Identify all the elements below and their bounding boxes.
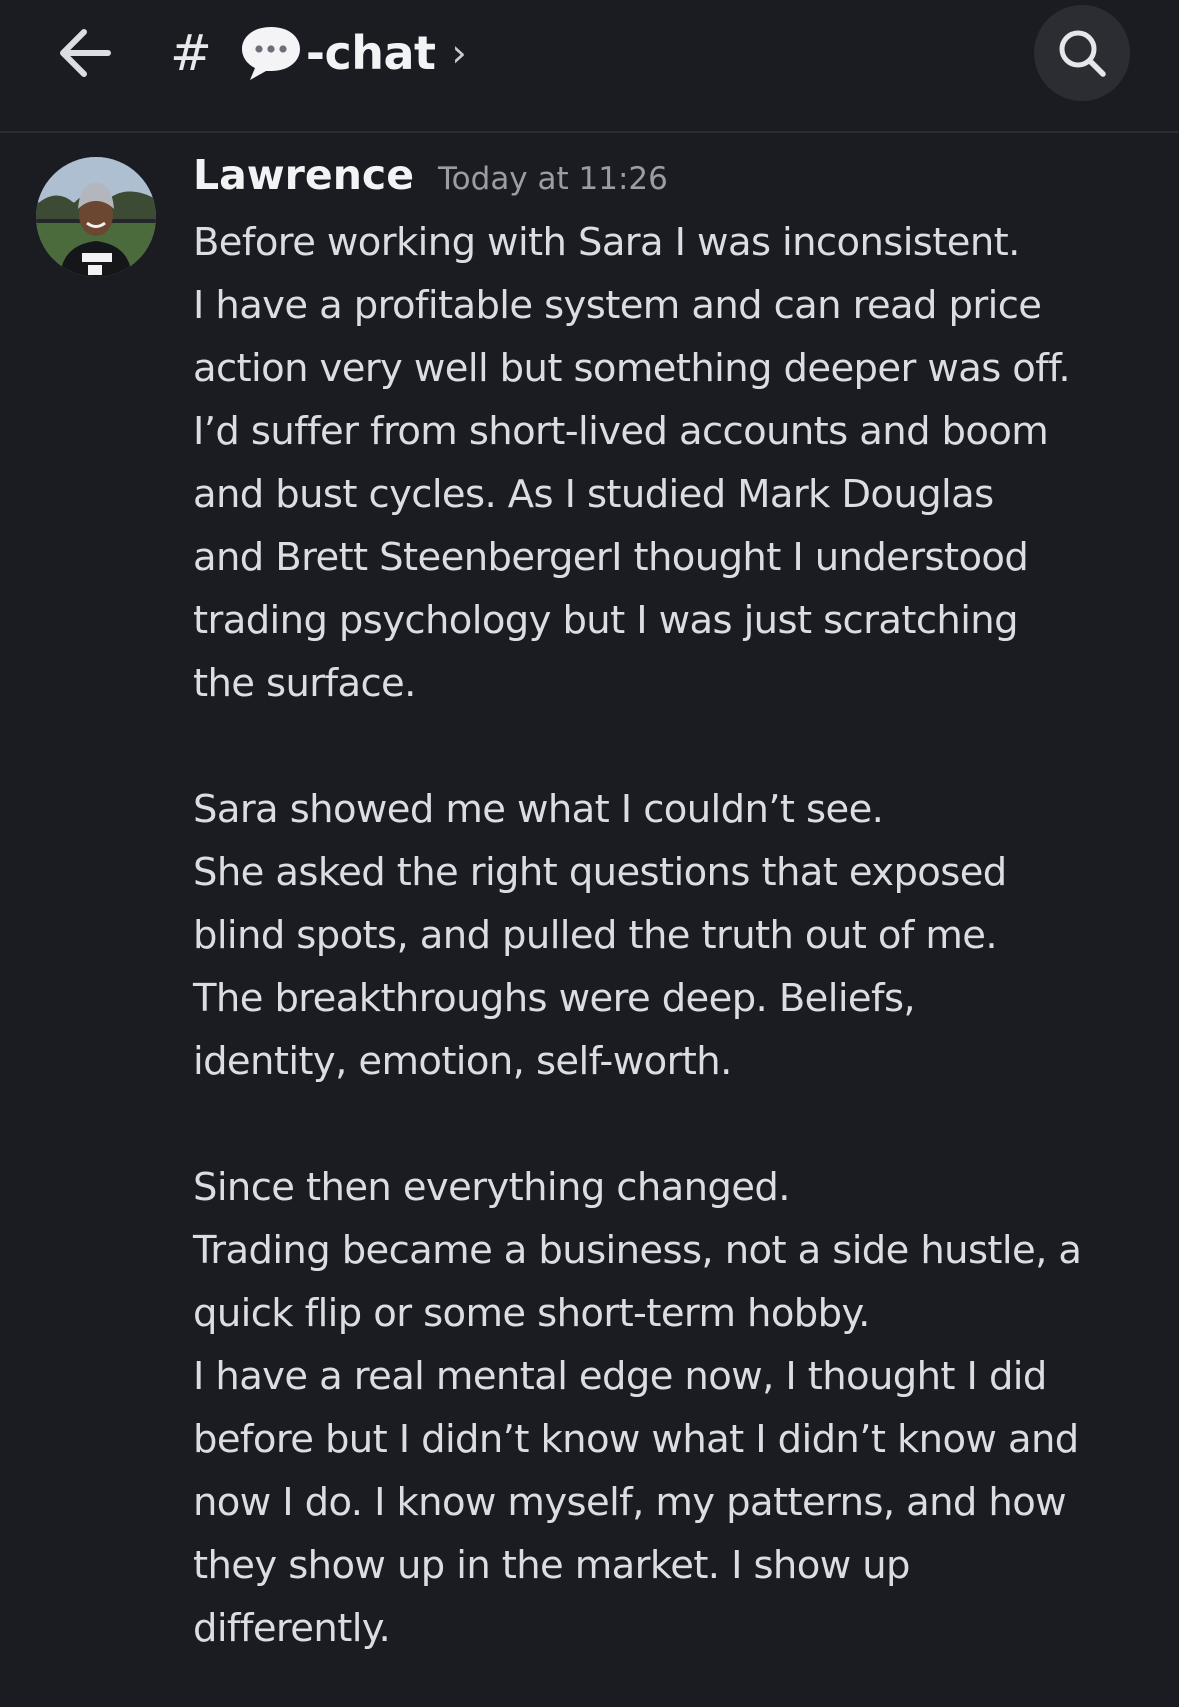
message-line: quick flip or some short-term hobby. [193, 1291, 870, 1336]
message-line: The breakthroughs were deep. Beliefs, [193, 976, 916, 1021]
avatar[interactable] [36, 157, 156, 277]
message-line: before but I didn’t know what I didn’t k… [193, 1417, 1079, 1462]
user-photo [36, 157, 156, 277]
message-line: I’d suffer from short-lived accounts and… [193, 409, 1049, 454]
channel-header: # -chat › [0, 0, 1179, 133]
message-line: trading psychology but I was just scratc… [193, 598, 1019, 643]
message-line: action very well but something deeper wa… [193, 346, 1071, 391]
message-timestamp: Today at 11:26 [438, 161, 668, 197]
search-icon [1059, 30, 1106, 77]
message-line: Sara showed me what I couldn’t see. [193, 787, 884, 832]
message-content: Lawrence Today at 11:26 Before working w… [193, 151, 1153, 1660]
message-line: I have a real mental edge now, I thought… [193, 1354, 1047, 1399]
message-line: blind spots, and pulled the truth out of… [193, 913, 998, 958]
search-button[interactable] [1034, 5, 1130, 101]
message-line: they show up in the market. I show up [193, 1543, 910, 1588]
channel-hash-icon: # [170, 24, 212, 82]
message-line: She asked the right questions that expos… [193, 850, 1007, 895]
message-line: differently. [193, 1606, 391, 1651]
back-button[interactable] [50, 18, 120, 88]
message-line: Before working with Sara I was inconsist… [193, 220, 1020, 265]
message-line: and bust cycles. As I studied Mark Dougl… [193, 472, 994, 517]
message-line: Trading became a business, not a side hu… [193, 1228, 1082, 1273]
chevron-right-icon: › [451, 31, 467, 75]
arrow-left-icon [60, 29, 111, 77]
message-line: I have a profitable system and can read … [193, 283, 1042, 328]
message-line: the surface. [193, 661, 416, 706]
speech-bubble-icon [241, 27, 300, 80]
message-line: now I do. I know myself, my patterns, an… [193, 1480, 1067, 1525]
message-line: and Brett SteenbergerI thought I underst… [193, 535, 1029, 580]
message-header: Lawrence Today at 11:26 [193, 151, 1153, 211]
message-text: Before working with Sara I was inconsist… [193, 211, 1153, 1660]
channel-title[interactable]: # -chat › [170, 18, 467, 88]
channel-name: -chat [305, 26, 436, 80]
message-line: Since then everything changed. [193, 1165, 790, 1210]
author-name[interactable]: Lawrence [193, 151, 414, 199]
message-line: identity, emotion, self-worth. [193, 1039, 732, 1084]
